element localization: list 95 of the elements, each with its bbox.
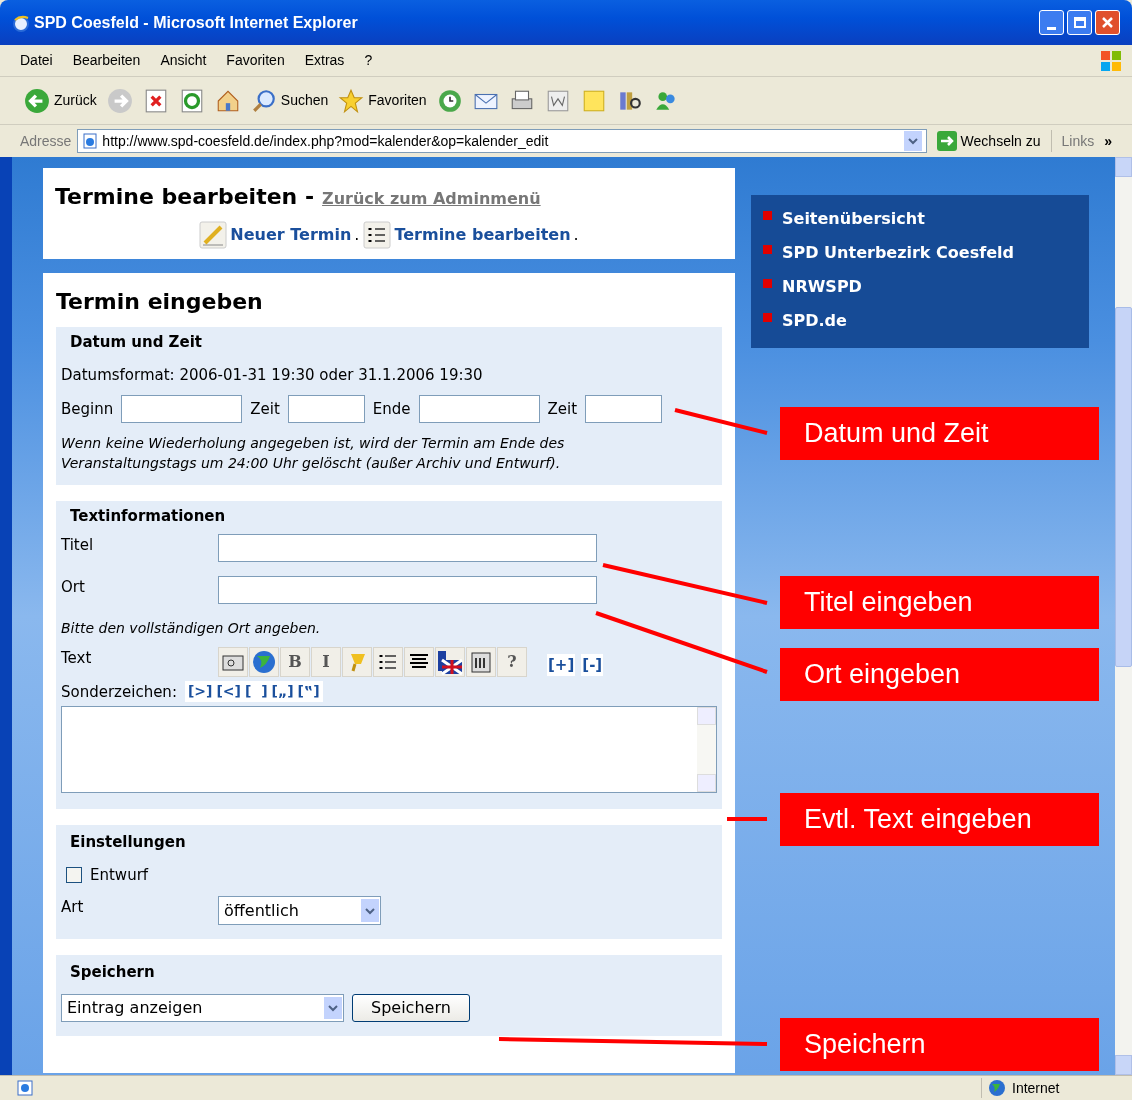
maximize-button[interactable] <box>1067 10 1092 35</box>
zone-label: Internet <box>1012 1078 1061 1098</box>
leader-line <box>727 817 767 821</box>
links-button[interactable]: Links <box>1057 130 1099 152</box>
format-hint: Datumsformat: 2006-01-31 19:30 oder 31.1.2006 19:30 <box>61 364 484 386</box>
callout-label: Titel eingeben <box>780 576 1099 629</box>
back-link[interactable]: Zurück zum Adminmenü <box>322 187 541 211</box>
scrollbar[interactable] <box>1115 157 1132 1075</box>
address-label: Adresse <box>20 131 72 151</box>
info-note: Wenn keine Wiederholung angegeben ist, wird der Termin am Ende des Veranstaltungstags um 24:00 Uhr gelöscht (außer Archiv und Entwurf). <box>61 434 566 473</box>
menu-item[interactable]: Bearbeiten <box>72 50 141 71</box>
field-label: Beginn <box>61 398 114 420</box>
more-button[interactable]: » <box>1104 130 1112 152</box>
section-heading: Speichern <box>69 962 156 983</box>
toolbar-button[interactable]: Zurück <box>24 87 97 114</box>
menu-item[interactable]: Ansicht <box>160 50 207 71</box>
form-heading: Termin eingeben <box>56 288 264 316</box>
sidebar-link[interactable]: Seitenübersicht <box>782 207 925 231</box>
place-field[interactable] <box>218 575 597 604</box>
special-char-link[interactable]: [„] <box>271 681 294 703</box>
editor-tool-button[interactable] <box>404 646 434 677</box>
page-icon <box>82 133 99 149</box>
field-label: Zeit <box>250 398 280 420</box>
date-field[interactable] <box>121 395 243 423</box>
forward-icon <box>106 87 133 114</box>
special-char-link[interactable]: [>] <box>187 681 213 703</box>
field-label: Titel <box>61 534 95 556</box>
bullet-icon <box>763 210 772 220</box>
page-icon <box>16 1079 34 1097</box>
page-heading: Termine bearbeiten - <box>55 183 315 211</box>
search-icon <box>250 87 277 114</box>
field-label: Art <box>61 897 85 918</box>
type-dropdown[interactable]: öffentlich <box>218 896 381 925</box>
address-field[interactable]: http://www.spd-coesfeld.de/index.php?mod=kalender&op=kalender_edit <box>77 129 927 153</box>
checkbox-label: Entwurf <box>90 864 149 886</box>
callout-label: Datum und Zeit <box>780 407 1099 460</box>
list-icon <box>363 221 392 249</box>
editor-tool-button[interactable]: I <box>311 646 341 677</box>
back-icon <box>24 87 50 114</box>
nav-link[interactable]: Neuer Termin <box>230 223 352 247</box>
callout-label: Speichern <box>780 1018 1099 1071</box>
browser-icon <box>12 13 30 32</box>
save-button[interactable]: Speichern <box>352 993 470 1022</box>
toolbar-button[interactable]: Favoriten <box>338 87 427 114</box>
field-label: Zeit <box>547 398 578 420</box>
callout-label: Evtl. Text eingeben <box>780 793 1099 846</box>
size-link[interactable]: [+] <box>547 653 576 676</box>
special-char-link[interactable]: [<] <box>216 681 241 703</box>
menu-item[interactable]: Extras <box>304 50 345 71</box>
menu-item[interactable]: Favoriten <box>226 50 285 71</box>
special-char-link[interactable]: [‟] <box>297 681 320 703</box>
editor-tool-button[interactable]: ? <box>497 646 527 677</box>
section-heading: Datum und Zeit <box>69 332 203 353</box>
minimize-button[interactable] <box>1039 10 1064 35</box>
checkbox[interactable] <box>66 866 82 883</box>
separator-text: . <box>573 224 579 246</box>
mode-dropdown[interactable]: Eintrag anzeigen <box>61 993 344 1022</box>
sidebar-link[interactable]: NRWSPD <box>782 275 862 299</box>
field-label: Text <box>61 647 93 669</box>
time-field[interactable] <box>585 395 663 423</box>
nav-link[interactable]: Termine bearbeiten <box>394 223 571 247</box>
bullet-icon <box>763 312 772 322</box>
scrollbar[interactable] <box>697 707 716 792</box>
close-icon <box>1101 16 1114 29</box>
field-label: Ende <box>372 398 411 420</box>
separator-text: . <box>354 224 360 246</box>
window-title: SPD Coesfeld - Microsoft Internet Explorer <box>34 12 358 33</box>
history-icon <box>436 87 463 114</box>
menu-item[interactable]: ? <box>364 50 373 71</box>
field-label: Sonderzeichen: <box>61 681 177 703</box>
section-heading: Einstellungen <box>69 832 187 853</box>
bullet-icon <box>763 278 772 288</box>
close-button[interactable] <box>1095 10 1120 35</box>
info-note: Bitte den vollständigen Ort angeben. <box>61 618 322 638</box>
toolbar-button[interactable]: Suchen <box>250 87 329 114</box>
go-button[interactable]: Wechseln zu <box>932 130 1045 152</box>
bullet-icon <box>763 244 772 254</box>
callout-label: Ort eingeben <box>780 648 1099 701</box>
section-heading: Textinformationen <box>69 506 227 527</box>
time-field[interactable] <box>287 395 365 423</box>
date-field[interactable] <box>418 395 540 423</box>
menu-item[interactable]: Datei <box>20 50 53 71</box>
editor-tool-button[interactable] <box>435 646 465 677</box>
size-link[interactable]: [-] <box>581 653 604 676</box>
editor-tool-button[interactable]: B <box>280 646 310 677</box>
sidebar-link[interactable]: SPD Unterbezirk Coesfeld <box>782 241 1014 265</box>
text-area[interactable] <box>61 706 717 793</box>
pencil-icon <box>199 221 228 249</box>
special-char-link[interactable]: [ ] <box>245 681 268 703</box>
globe-icon <box>988 1079 1006 1097</box>
field-label: Ort <box>61 576 86 598</box>
editor-tool-button[interactable] <box>466 646 496 677</box>
sidebar-link[interactable]: SPD.de <box>782 309 847 333</box>
favorites-icon <box>338 87 365 114</box>
title-field[interactable] <box>218 533 597 562</box>
